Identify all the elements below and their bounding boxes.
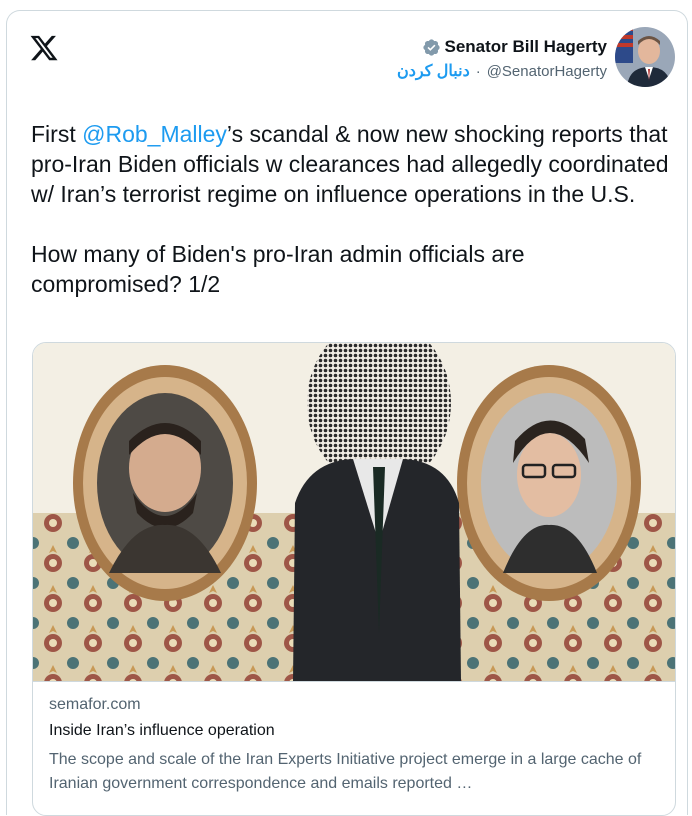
author-handle[interactable]: @SenatorHagerty — [487, 63, 607, 80]
tweet-text: First @Rob_Malley’s scandal & now new sh… — [31, 119, 681, 299]
link-card[interactable]: semafor.com Inside Iran’s influence oper… — [32, 342, 676, 816]
verified-badge-icon — [422, 38, 440, 56]
link-description: The scope and scale of the Iran Experts … — [49, 751, 642, 792]
x-logo-icon[interactable] — [29, 33, 59, 63]
author-names: Senator Bill Hagerty دنبال کردن · @Senat… — [397, 37, 607, 81]
avatar[interactable] — [615, 27, 675, 87]
tweet-card: Senator Bill Hagerty دنبال کردن · @Senat… — [6, 10, 688, 816]
tweet-text-post: ’s scandal & now new shocking reports th… — [31, 121, 669, 297]
avatar-image — [615, 27, 675, 87]
mention-link[interactable]: @Rob_Malley — [82, 121, 227, 147]
link-title: Inside Iran’s influence operation — [49, 722, 275, 739]
name-row: Senator Bill Hagerty — [397, 37, 607, 57]
tweet-text-pre: First — [31, 121, 83, 147]
separator-dot: · — [475, 62, 481, 80]
link-info[interactable]: semafor.com Inside Iran’s influence oper… — [33, 681, 675, 815]
author-header: Senator Bill Hagerty دنبال کردن · @Senat… — [397, 27, 675, 107]
display-name[interactable]: Senator Bill Hagerty — [445, 37, 608, 57]
link-card-image[interactable] — [33, 343, 676, 681]
link-domain: semafor.com — [49, 696, 141, 713]
handle-row: دنبال کردن · @SenatorHagerty — [397, 61, 607, 81]
follow-button[interactable]: دنبال کردن — [397, 61, 470, 81]
